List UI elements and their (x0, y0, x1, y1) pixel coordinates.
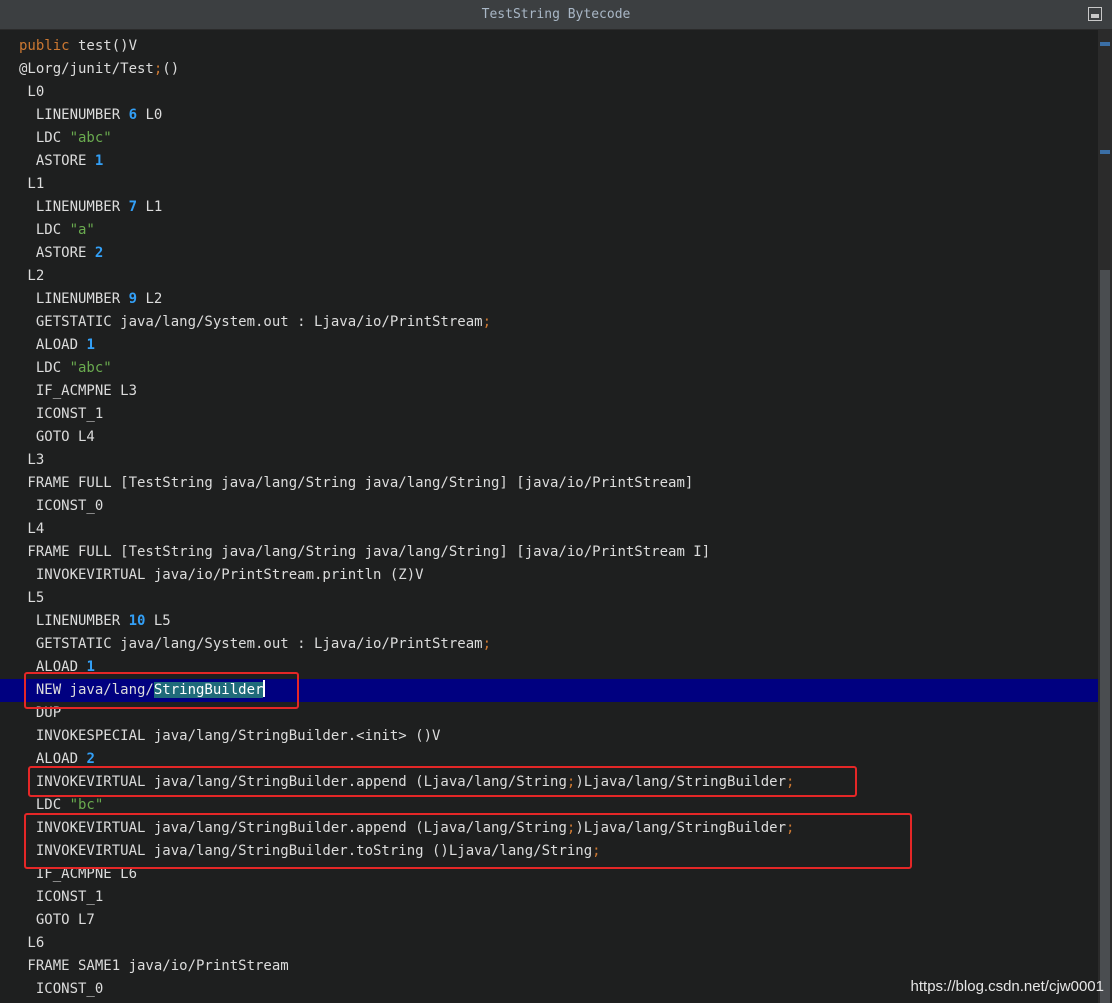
code-line[interactable]: IF_ACMPNE L3 (0, 380, 1098, 403)
code-token: L6 (19, 935, 45, 951)
code-line[interactable]: LDC "abc" (0, 127, 1098, 150)
scroll-marker (1100, 42, 1110, 46)
code-line[interactable]: FRAME SAME1 java/io/PrintStream (0, 955, 1098, 978)
code-line[interactable]: ASTORE 1 (0, 150, 1098, 173)
code-token: GOTO L7 (19, 912, 95, 928)
code-token: ICONST_0 (19, 498, 104, 514)
code-line[interactable]: GETSTATIC java/lang/System.out : Ljava/i… (0, 633, 1098, 656)
code-line[interactable]: L5 (0, 587, 1098, 610)
code-line[interactable]: INVOKEVIRTUAL java/io/PrintStream.printl… (0, 564, 1098, 587)
code-token: LINENUMBER (19, 199, 129, 215)
code-token: IF_ACMPNE L3 (19, 383, 138, 399)
code-token: ASTORE (19, 245, 95, 261)
code-token: test()V (69, 38, 138, 54)
code-token: 1 (94, 153, 104, 169)
code-line[interactable]: L4 (0, 518, 1098, 541)
code-line[interactable]: FRAME FULL [TestString java/lang/String … (0, 541, 1098, 564)
code-token: L2 (137, 291, 163, 307)
code-line[interactable]: GOTO L7 (0, 909, 1098, 932)
code-line[interactable]: L0 (0, 81, 1098, 104)
code-token: "abc" (69, 360, 112, 376)
code-token: L0 (137, 107, 163, 123)
code-line[interactable]: LINENUMBER 7 L1 (0, 196, 1098, 219)
code-line[interactable]: L3 (0, 449, 1098, 472)
annotation-box-append-tostring (24, 813, 912, 869)
code-token: 9 (128, 291, 138, 307)
code-line[interactable]: GOTO L4 (0, 426, 1098, 449)
code-line[interactable]: L2 (0, 265, 1098, 288)
code-line[interactable]: LDC "a" (0, 219, 1098, 242)
code-line[interactable]: L6 (0, 932, 1098, 955)
code-token: 1 (86, 337, 95, 353)
code-token: LINENUMBER (19, 613, 129, 629)
code-line[interactable]: ICONST_1 (0, 886, 1098, 909)
code-token: L4 (19, 521, 45, 537)
code-token: ICONST_1 (19, 406, 104, 422)
code-token: L5 (145, 613, 171, 629)
code-token: L3 (19, 452, 45, 468)
watermark: https://blog.csdn.net/cjw0001 (910, 978, 1104, 995)
code-token: ASTORE (19, 153, 95, 169)
code-line[interactable]: GETSTATIC java/lang/System.out : Ljava/i… (0, 311, 1098, 334)
code-token: public (19, 38, 70, 54)
code-token: FRAME FULL [TestString java/lang/String … (19, 475, 694, 491)
code-line[interactable]: L1 (0, 173, 1098, 196)
code-token: "bc" (69, 797, 104, 813)
code-token: 7 (128, 199, 138, 215)
code-token: FRAME FULL [TestString java/lang/String … (19, 544, 711, 560)
code-token: 10 (128, 613, 146, 629)
code-token: INVOKESPECIAL java/lang/StringBuilder.<i… (19, 728, 441, 744)
code-token: L0 (19, 84, 45, 100)
code-line[interactable]: ICONST_0 (0, 495, 1098, 518)
code-token: ALOAD (19, 337, 87, 353)
code-line[interactable]: ICONST_1 (0, 403, 1098, 426)
code-token: L1 (19, 176, 45, 192)
code-token: LDC (19, 222, 70, 238)
code-token: GETSTATIC java/lang/System.out : Ljava/i… (19, 314, 483, 330)
code-token: ; (482, 636, 492, 652)
code-token: LDC (19, 797, 70, 813)
code-line[interactable]: ALOAD 1 (0, 334, 1098, 357)
title-bar: TestString Bytecode (0, 0, 1112, 30)
code-token: () (162, 61, 180, 77)
code-token: ; (482, 314, 492, 330)
code-line[interactable]: LINENUMBER 9 L2 (0, 288, 1098, 311)
code-token: GETSTATIC java/lang/System.out : Ljava/i… (19, 636, 483, 652)
code-line[interactable]: LINENUMBER 6 L0 (0, 104, 1098, 127)
code-token: "abc" (69, 130, 112, 146)
code-line[interactable]: @Lorg/junit/Test;() (0, 58, 1098, 81)
code-token: @Lorg/junit/Test (19, 61, 154, 77)
code-token: 2 (94, 245, 104, 261)
code-token: L5 (19, 590, 45, 606)
code-token: ICONST_1 (19, 889, 104, 905)
scroll-thumb[interactable] (1100, 270, 1110, 1003)
code-line[interactable]: LDC "abc" (0, 357, 1098, 380)
code-token: LINENUMBER (19, 291, 129, 307)
code-line[interactable]: ASTORE 2 (0, 242, 1098, 265)
code-line[interactable]: INVOKESPECIAL java/lang/StringBuilder.<i… (0, 725, 1098, 748)
code-line[interactable]: LINENUMBER 10 L5 (0, 610, 1098, 633)
code-token: "a" (69, 222, 95, 238)
vertical-scrollbar[interactable] (1098, 30, 1112, 1003)
code-line[interactable]: FRAME FULL [TestString java/lang/String … (0, 472, 1098, 495)
code-token: ALOAD (19, 751, 87, 767)
code-token: LINENUMBER (19, 107, 129, 123)
code-token: 6 (128, 107, 138, 123)
window-title: TestString Bytecode (481, 7, 631, 22)
code-token: FRAME SAME1 java/io/PrintStream (19, 958, 289, 974)
code-token: L1 (137, 199, 163, 215)
scroll-marker (1100, 150, 1110, 154)
annotation-box-append (28, 766, 857, 797)
minimize-icon[interactable] (1088, 7, 1102, 21)
code-token: INVOKEVIRTUAL java/io/PrintStream.printl… (19, 567, 424, 583)
code-token: GOTO L4 (19, 429, 95, 445)
code-token: 2 (86, 751, 95, 767)
annotation-box-new-stringbuilder (24, 672, 299, 709)
code-token: LDC (19, 130, 70, 146)
code-line[interactable]: public test()V (0, 35, 1098, 58)
code-token: LDC (19, 360, 70, 376)
code-token: L2 (19, 268, 45, 284)
code-token: ICONST_0 (19, 981, 104, 997)
